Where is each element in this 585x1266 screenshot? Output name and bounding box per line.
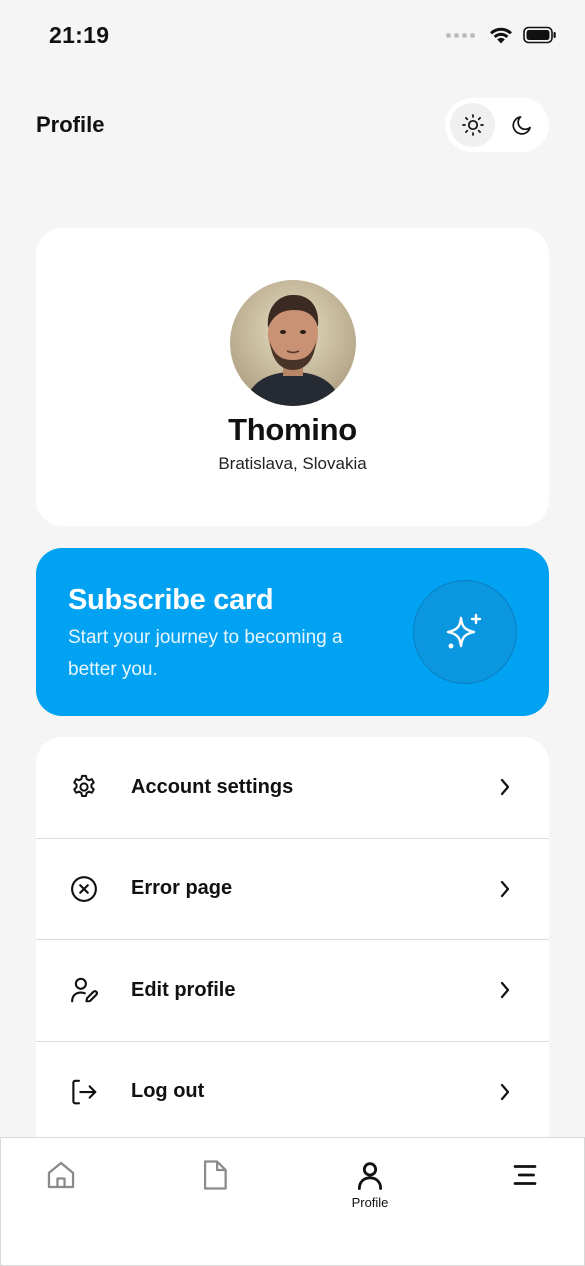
user-icon [357, 1162, 383, 1190]
menu-item-error-page[interactable]: Error page [36, 839, 549, 940]
subscribe-card[interactable]: Subscribe card Start your journey to bec… [36, 548, 549, 716]
avatar [229, 280, 356, 406]
nav-item-documents[interactable] [185, 1158, 245, 1192]
status-bar: 21:19 [0, 0, 585, 76]
menu-icon [513, 1165, 537, 1185]
bottom-nav: Profile [0, 1137, 585, 1266]
dark-mode-button[interactable] [499, 103, 544, 147]
user-edit-icon [68, 974, 100, 1006]
menu-list: Account settings Error page Edit profile [36, 737, 549, 1157]
chevron-right-icon [497, 777, 513, 797]
moon-icon [511, 116, 531, 135]
menu-item-edit-profile[interactable]: Edit profile [36, 940, 549, 1042]
menu-item-account-settings[interactable]: Account settings [36, 737, 549, 839]
menu-item-label: Edit profile [131, 978, 236, 1001]
subscribe-title: Subscribe card [68, 584, 274, 616]
status-time: 21:19 [49, 22, 110, 48]
menu-item-label: Log out [131, 1080, 205, 1103]
menu-item-label: Error page [131, 877, 233, 900]
nav-item-profile[interactable]: Profile [340, 1158, 400, 1210]
subscribe-action-button[interactable] [413, 580, 517, 684]
status-icons [446, 26, 557, 44]
signal-dots-icon [446, 32, 475, 38]
gear-icon [68, 771, 100, 803]
page-title: Profile [36, 112, 105, 137]
subscribe-description: Start your journey to becoming a better … [68, 627, 343, 680]
nav-item-menu[interactable] [495, 1158, 555, 1192]
chevron-right-icon [497, 1082, 513, 1102]
light-mode-button[interactable] [450, 103, 495, 147]
chevron-right-icon [497, 980, 513, 1000]
header: Profile [36, 98, 549, 152]
nav-label-profile: Profile [351, 1195, 389, 1210]
chevron-right-icon [497, 879, 513, 899]
battery-icon [523, 26, 556, 44]
sun-icon [461, 114, 484, 136]
menu-item-log-out[interactable]: Log out [36, 1042, 549, 1143]
theme-toggle[interactable] [445, 98, 549, 152]
x-circle-icon [68, 873, 100, 905]
menu-item-label: Account settings [131, 775, 294, 798]
nav-item-home[interactable] [31, 1158, 91, 1192]
document-icon [203, 1160, 227, 1190]
home-icon [47, 1161, 75, 1189]
wifi-icon [490, 27, 512, 44]
user-name: Thomino [228, 412, 357, 447]
profile-card: Thomino Bratislava, Slovakia [36, 228, 549, 526]
logout-icon [68, 1076, 100, 1108]
user-location: Bratislava, Slovakia [218, 454, 367, 473]
sparkles-icon [446, 613, 482, 649]
